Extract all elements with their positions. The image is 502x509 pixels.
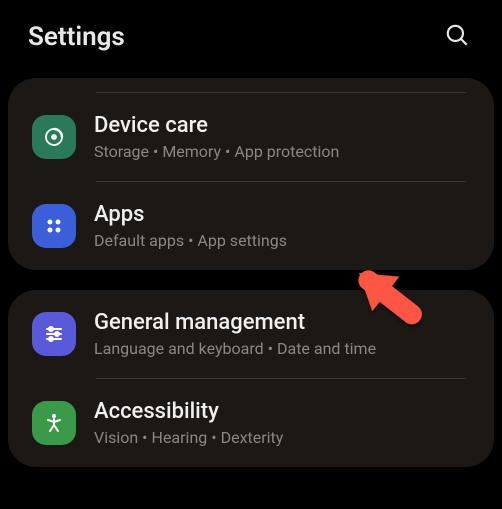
item-title: Device care [94,113,339,138]
settings-group-2: General management Language and keyboard… [8,290,494,467]
item-title: Apps [94,202,287,227]
item-subtitle: Storage • Memory • App protection [94,142,339,161]
item-general-management[interactable]: General management Language and keyboard… [8,290,494,378]
item-text: General management Language and keyboard… [94,310,376,358]
general-mgmt-icon [32,312,76,356]
apps-icon [32,204,76,248]
item-subtitle: Default apps • App settings [94,231,287,250]
item-text: Device care Storage • Memory • App prote… [94,113,339,161]
settings-group-1: Device care Storage • Memory • App prote… [8,78,494,270]
item-accessibility[interactable]: Accessibility Vision • Hearing • Dexteri… [8,379,494,467]
header: Settings [0,0,502,70]
accessibility-icon [32,401,76,445]
item-title: General management [94,310,376,335]
item-device-care[interactable]: Device care Storage • Memory • App prote… [8,93,494,181]
item-text: Apps Default apps • App settings [94,202,287,250]
page-title: Settings [28,22,125,52]
item-apps[interactable]: Apps Default apps • App settings [8,182,494,270]
item-text: Accessibility Vision • Hearing • Dexteri… [94,399,283,447]
item-title: Accessibility [94,399,283,424]
device-care-icon [32,115,76,159]
item-subtitle: Language and keyboard • Date and time [94,339,376,358]
search-icon[interactable] [444,22,470,52]
item-subtitle: Vision • Hearing • Dexterity [94,428,283,447]
